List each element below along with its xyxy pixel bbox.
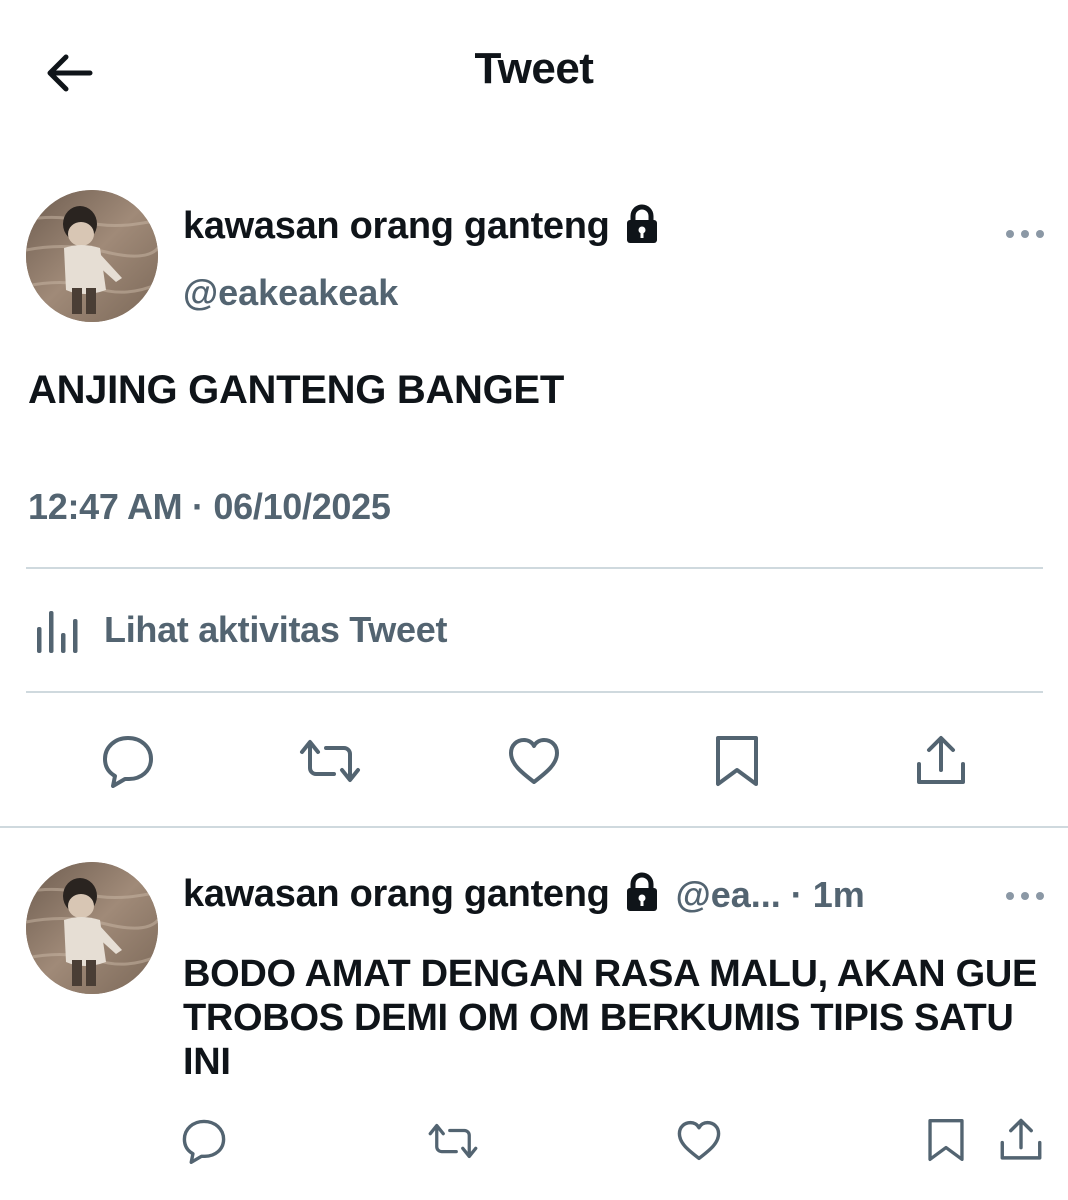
activity-label: Lihat aktivitas Tweet (104, 609, 448, 650)
tweet-text: ANJING GANTENG BANGET (28, 368, 564, 412)
tweet-timestamp[interactable]: 12:47 AM · 06/10/2025 (28, 486, 391, 528)
retweet-icon[interactable] (298, 736, 362, 786)
share-icon[interactable] (998, 1117, 1044, 1163)
tweet-activity-link[interactable]: Lihat aktivitas Tweet (34, 605, 447, 655)
more-horizontal-icon[interactable] (1005, 890, 1045, 902)
top-bar: Tweet (0, 0, 1068, 140)
reply-text: BODO AMAT DENGAN RASA MALU, AKAN GUE TRO… (183, 953, 1038, 1083)
author-handle[interactable]: @eakeakeak (183, 272, 398, 314)
share-icon[interactable] (914, 734, 968, 788)
page-title: Tweet (474, 44, 594, 93)
reply-icon[interactable] (181, 1118, 227, 1164)
divider (0, 826, 1068, 828)
bookmark-icon[interactable] (925, 1117, 967, 1163)
reply-icon[interactable] (101, 734, 155, 788)
lock-icon (624, 204, 660, 249)
author-name[interactable]: kawasan orang ganteng (183, 205, 610, 248)
bookmark-icon[interactable] (712, 734, 762, 788)
bar-chart-icon (37, 611, 78, 653)
reply-author-name[interactable]: kawasan orang ganteng (183, 873, 610, 916)
divider (26, 691, 1043, 693)
heart-icon[interactable] (676, 1119, 722, 1162)
avatar-photo (26, 862, 158, 994)
reply-handle-time[interactable]: @ea... · 1m (676, 874, 865, 916)
retweet-icon[interactable] (427, 1120, 479, 1162)
reply-author-row: kawasan orang ganteng @ea... · 1m (183, 872, 865, 917)
divider (26, 567, 1043, 569)
reply-avatar[interactable] (26, 862, 158, 994)
avatar-photo (26, 190, 158, 322)
avatar[interactable] (26, 190, 158, 322)
lock-icon (624, 872, 660, 917)
heart-icon[interactable] (507, 736, 561, 786)
more-horizontal-icon[interactable] (1005, 228, 1045, 240)
author-name-row: kawasan orang ganteng (183, 204, 660, 249)
